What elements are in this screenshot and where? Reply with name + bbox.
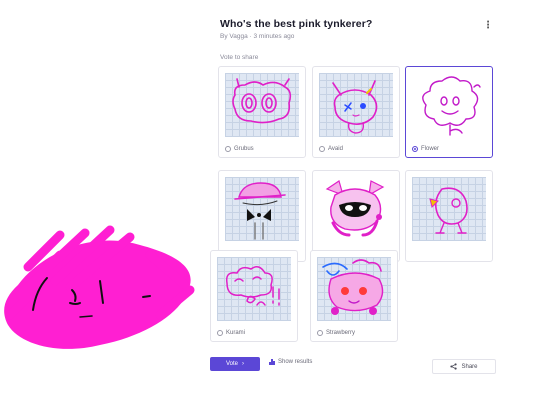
option-card-avaid[interactable]: Avaid	[312, 66, 400, 158]
share-button[interactable]: Share	[432, 359, 496, 374]
radio-button[interactable]	[217, 330, 223, 336]
option-card-5[interactable]	[312, 170, 400, 262]
option-card-kurami[interactable]: Kurami	[210, 250, 298, 342]
option-label: Flower	[421, 146, 440, 152]
bar-chart-icon	[269, 359, 275, 365]
option-image	[225, 177, 299, 241]
option-card-strawberry[interactable]: Strawberry	[310, 250, 398, 342]
show-results-label: Show results	[278, 359, 313, 365]
option-radio-row[interactable]: Grubus	[225, 144, 254, 154]
option-image	[319, 177, 393, 241]
vote-button[interactable]: Vote ›	[210, 357, 260, 371]
radio-button[interactable]	[412, 146, 418, 152]
vote-label: Vote	[225, 361, 238, 367]
poll-byline: By Vagga · 3 minutes ago	[220, 33, 295, 40]
option-radio-row[interactable]: Kurami	[217, 328, 245, 338]
option-image	[217, 257, 291, 321]
option-radio-row[interactable]: Flower	[412, 144, 439, 154]
option-image	[412, 177, 486, 241]
option-image	[225, 73, 299, 137]
option-radio-row[interactable]: Avaid	[319, 144, 343, 154]
radio-button[interactable]	[225, 146, 231, 152]
option-card-flower[interactable]: Flower	[405, 66, 493, 158]
option-label: Avaid	[328, 146, 343, 152]
radio-button[interactable]	[319, 146, 325, 152]
share-icon	[450, 363, 458, 370]
option-card-6[interactable]	[405, 170, 493, 262]
show-results-button[interactable]: Show results	[269, 359, 312, 365]
option-card-4[interactable]	[218, 170, 306, 262]
option-card-grubus[interactable]: Grubus	[218, 66, 306, 158]
kebab-menu-icon[interactable]: ⋮	[483, 20, 493, 32]
poll-card: Who's the best pink tynkerer? By Vagga ·…	[206, 8, 502, 398]
poll-title: Who's the best pink tynkerer?	[220, 18, 373, 30]
share-label: Share	[461, 363, 478, 370]
option-label: Strawberry	[326, 330, 356, 336]
pink-scribble-drawing	[4, 225, 195, 349]
radio-button[interactable]	[317, 330, 323, 336]
option-label: Grubus	[234, 146, 254, 152]
option-radio-row[interactable]: Strawberry	[317, 328, 355, 338]
option-label: Kurami	[226, 330, 246, 336]
poll-hint: Vote to share	[220, 54, 259, 61]
arrow-right-icon: ›	[242, 361, 244, 367]
option-image	[319, 73, 393, 137]
option-image	[412, 73, 486, 137]
option-image	[317, 257, 391, 321]
